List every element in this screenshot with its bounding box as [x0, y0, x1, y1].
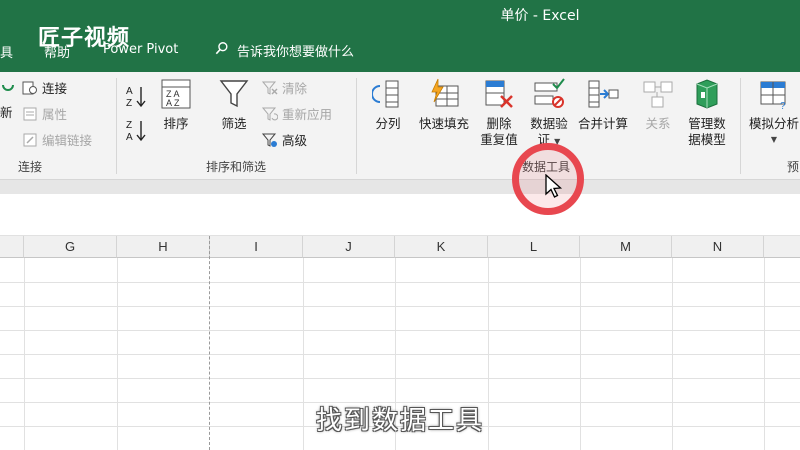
group-label-connections: 连接: [17, 160, 42, 174]
flash-fill-icon: [431, 78, 459, 107]
sort-descending-button[interactable]: ZA: [126, 118, 148, 142]
what-if-label: 模拟分析: [748, 116, 799, 131]
filter-button[interactable]: 筛选: [214, 78, 254, 132]
connections-button[interactable]: 连接: [22, 78, 67, 97]
edit-links-icon: [23, 133, 37, 146]
what-if-icon: ?: [760, 81, 786, 110]
sort-az-icon: AZ: [126, 86, 146, 108]
svg-text:A: A: [126, 86, 133, 97]
remove-duplicates-label-2: 重复值: [480, 132, 518, 147]
group-separator: [740, 78, 741, 174]
consolidate-label: 合并计算: [577, 116, 628, 131]
edit-links-label: 编辑链接: [42, 133, 93, 148]
what-if-analysis-button[interactable]: ? 模拟分析 ▼: [748, 78, 800, 148]
data-validation-button[interactable]: 数据验 证 ▼: [526, 78, 572, 150]
ribbon-bottom-gap: [0, 180, 800, 194]
svg-text:Z: Z: [126, 120, 132, 131]
grid-row-line: [0, 306, 800, 307]
formula-bar[interactable]: [0, 194, 800, 236]
manage-data-model-label-1: 管理数: [688, 116, 726, 131]
remove-duplicates-icon: [485, 80, 513, 108]
connections-icon: [22, 81, 37, 94]
relationships-icon: [643, 81, 673, 108]
flash-fill-label: 快速填充: [418, 116, 469, 131]
tell-me-text: 告诉我你想要做什么: [237, 44, 355, 60]
video-subtitle: 找到数据工具: [315, 406, 484, 436]
refresh-label: 新: [0, 105, 13, 120]
properties-button[interactable]: 属性: [22, 104, 67, 123]
refresh-icon: [0, 76, 16, 92]
grid-row-line: [0, 354, 800, 355]
tell-me-box[interactable]: 告诉我你想要做什么: [215, 40, 354, 60]
group-separator: [356, 78, 357, 174]
grid-row-line: [0, 330, 800, 331]
ribbon: 新 连接 属性 编辑链接 连接 AZ ZA Z AA Z 排序 筛选 清除 重新…: [0, 72, 800, 180]
column-header-g[interactable]: G: [24, 236, 117, 258]
clear-filter-button[interactable]: 清除: [262, 78, 307, 97]
column-header-h[interactable]: H: [117, 236, 210, 258]
properties-icon: [23, 107, 37, 120]
group-separator: [116, 78, 117, 174]
grid-row-line: [0, 282, 800, 283]
relationships-label: 关系: [645, 116, 671, 131]
sort-button[interactable]: Z AA Z 排序: [156, 78, 196, 132]
refresh-all-button[interactable]: 新: [0, 102, 13, 121]
consolidate-icon: [588, 80, 619, 108]
svg-text:?: ?: [780, 101, 786, 110]
edit-links-button[interactable]: 编辑链接: [22, 130, 92, 149]
relationships-button[interactable]: 关系: [638, 78, 678, 132]
text-to-columns-button[interactable]: 分列: [368, 78, 408, 132]
svg-text:A: A: [126, 132, 133, 142]
sort-za-icon: ZA: [126, 120, 146, 142]
data-validation-icon: [534, 78, 565, 108]
column-header-i[interactable]: I: [210, 236, 303, 258]
manage-data-model-label-2: 据模型: [688, 132, 726, 147]
clear-filter-label: 清除: [282, 81, 308, 96]
connections-label: 连接: [42, 81, 68, 96]
properties-label: 属性: [42, 107, 68, 122]
group-label-sort-filter: 排序和筛选: [205, 160, 266, 174]
column-header-m[interactable]: M: [580, 236, 672, 258]
advanced-filter-button[interactable]: 高级: [262, 130, 307, 149]
svg-text:A Z: A Z: [166, 98, 180, 108]
text-to-columns-label: 分列: [375, 116, 401, 131]
chevron-down-icon: ▼: [770, 135, 778, 144]
remove-duplicates-label-1: 删除: [486, 116, 512, 131]
text-to-columns-icon: [372, 80, 399, 108]
consolidate-button[interactable]: 合并计算: [574, 78, 632, 132]
reapply-icon: [262, 107, 278, 121]
remove-duplicates-button[interactable]: 删除 重复值: [478, 78, 520, 148]
column-header-l[interactable]: L: [488, 236, 580, 258]
column-header-partial[interactable]: [764, 236, 800, 258]
watermark-logo: 匠子视频: [38, 26, 131, 51]
sort-ascending-button[interactable]: AZ: [126, 84, 148, 108]
search-icon: [215, 41, 229, 59]
advanced-filter-label: 高级: [282, 133, 308, 148]
filter-funnel-icon: [219, 80, 249, 108]
data-model-icon: [696, 79, 718, 109]
clear-filter-icon: [262, 81, 278, 95]
manage-data-model-button[interactable]: 管理数 据模型: [682, 78, 732, 148]
flash-fill-button[interactable]: 快速填充: [414, 78, 474, 132]
column-header-partial[interactable]: [0, 236, 24, 258]
data-validation-label-1: 数据验: [530, 116, 568, 131]
mouse-cursor-icon: [545, 174, 563, 198]
reapply-button[interactable]: 重新应用: [262, 104, 332, 123]
filter-label: 筛选: [221, 116, 247, 131]
sort-label: 排序: [163, 116, 189, 131]
column-header-n[interactable]: N: [672, 236, 764, 258]
sort-dialog-icon: Z AA Z: [161, 79, 191, 109]
svg-text:Z: Z: [126, 98, 132, 108]
reapply-label: 重新应用: [282, 107, 333, 122]
column-header-j[interactable]: J: [303, 236, 395, 258]
tab-tools[interactable]: 具: [0, 42, 13, 61]
grid-row-line: [0, 378, 800, 379]
advanced-filter-icon: [262, 133, 277, 147]
group-label-forecast: 预: [786, 160, 799, 174]
column-header-k[interactable]: K: [395, 236, 488, 258]
